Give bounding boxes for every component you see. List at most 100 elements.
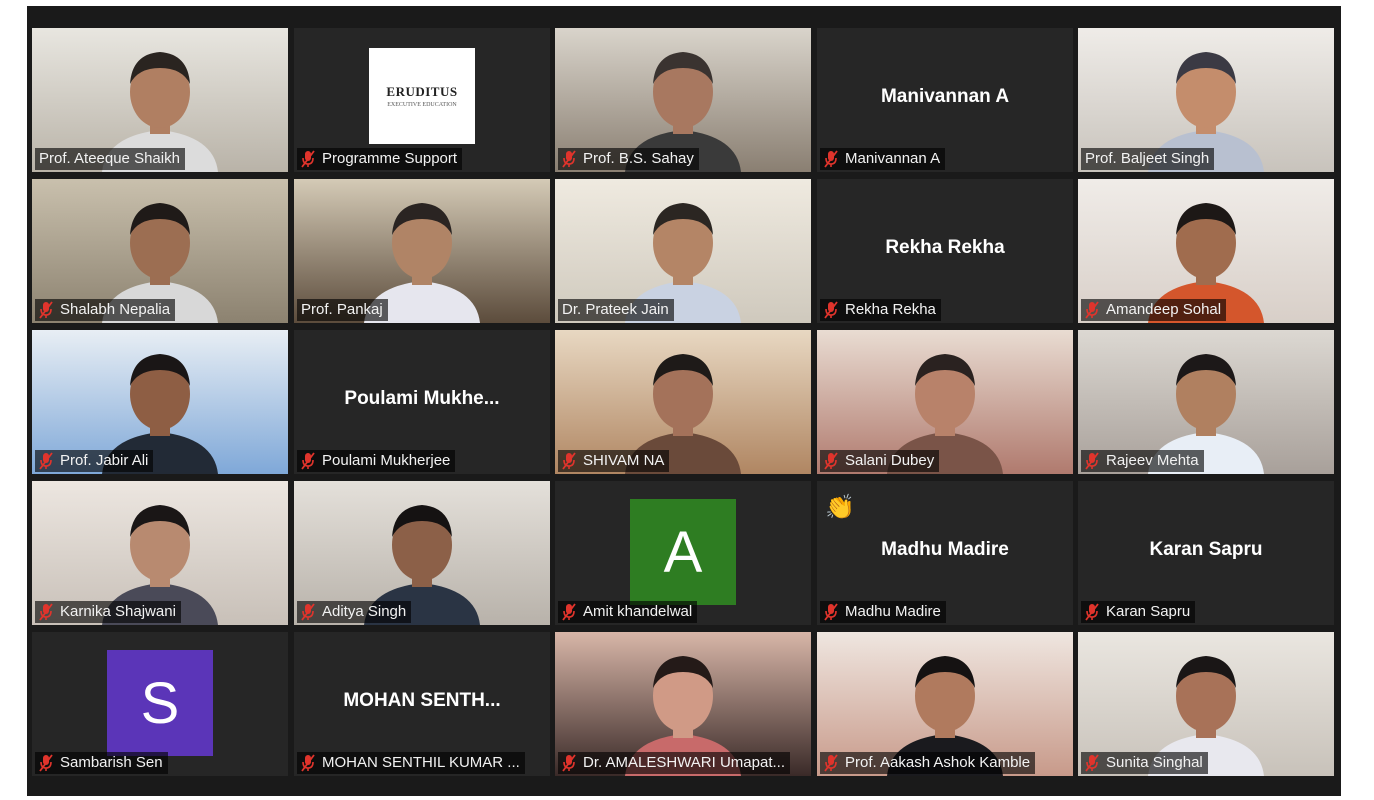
participant-display-name: Karan Sapru <box>1149 539 1263 560</box>
participant-tile[interactable]: SHIVAM NA <box>555 330 811 474</box>
participant-tile[interactable]: A Amit khandelwal <box>555 481 811 625</box>
participant-name: Poulami Mukherjee <box>322 452 451 469</box>
participant-name: Rekha Rekha <box>845 301 936 318</box>
participant-tile[interactable]: ERUDITUS EXECUTIVE EDUCATION Programme Sup… <box>294 28 550 172</box>
muted-mic-icon <box>1085 452 1099 470</box>
zoom-window: Prof. Ateeque Shaikh ERUDITUS EXECUTIVE ED… <box>27 6 1341 796</box>
participant-name-bar: Sambarish Sen <box>35 752 168 774</box>
participant-tile[interactable]: Manivannan A Manivannan A <box>817 28 1073 172</box>
participant-tile[interactable]: Prof. Pankaj <box>294 179 550 323</box>
participant-tile[interactable]: Poulami Mukhe... Poulami Mukherjee <box>294 330 550 474</box>
participant-tile[interactable]: Shalabh Nepalia <box>32 179 288 323</box>
participant-tile[interactable]: Dr. AMALESHWARI Umapat... <box>555 632 811 776</box>
participant-tile[interactable]: Aditya Singh <box>294 481 550 625</box>
participant-tile[interactable]: Salani Dubey <box>817 330 1073 474</box>
muted-mic-icon <box>301 603 315 621</box>
participant-name: Prof. Baljeet Singh <box>1085 150 1210 167</box>
muted-mic-icon <box>39 452 53 470</box>
eruditus-logo: ERUDITUS EXECUTIVE EDUCATION <box>369 48 475 144</box>
participant-name-bar: Dr. AMALESHWARI Umapat... <box>558 752 790 774</box>
muted-mic-icon <box>1085 301 1099 319</box>
participant-tile[interactable]: Prof. Jabir Ali <box>32 330 288 474</box>
muted-mic-icon <box>1085 754 1099 772</box>
participant-name-bar: Karnika Shajwani <box>35 601 181 623</box>
participant-name-bar: Sunita Singhal <box>1081 752 1208 774</box>
muted-mic-icon <box>301 452 315 470</box>
participant-tile[interactable]: Sunita Singhal <box>1078 632 1334 776</box>
participant-name-bar: Prof. Jabir Ali <box>35 450 154 472</box>
participant-tile[interactable]: MOHAN SENTH... MOHAN SENTHIL KUMAR ... <box>294 632 550 776</box>
muted-mic-icon <box>301 754 315 772</box>
participant-name: MOHAN SENTHIL KUMAR ... <box>322 754 520 771</box>
muted-mic-icon <box>562 603 576 621</box>
participant-name-bar: Prof. Pankaj <box>297 299 388 321</box>
muted-mic-icon <box>824 301 838 319</box>
participant-name: Madhu Madire <box>845 603 941 620</box>
participant-name: SHIVAM NA <box>583 452 665 469</box>
participant-name-bar: MOHAN SENTHIL KUMAR ... <box>297 752 525 774</box>
logo-subtitle: EXECUTIVE EDUCATION <box>387 102 457 108</box>
participant-name: Amit khandelwal <box>583 603 693 620</box>
muted-mic-icon <box>1085 603 1099 621</box>
muted-mic-icon <box>39 301 53 319</box>
participant-name-bar: Amandeep Sohal <box>1081 299 1227 321</box>
participant-display-name: Poulami Mukhe... <box>344 388 500 409</box>
participant-tile[interactable]: Madhu Madire 👏 Madhu Madire <box>817 481 1073 625</box>
participant-name: Programme Support <box>322 150 458 167</box>
participant-name-bar: Madhu Madire <box>820 601 946 623</box>
participant-name: Prof. B.S. Sahay <box>583 150 694 167</box>
participant-tile[interactable]: Prof. Aakash Ashok Kamble <box>817 632 1073 776</box>
participant-name: Salani Dubey <box>845 452 935 469</box>
participant-name: Sambarish Sen <box>60 754 163 771</box>
participant-tile[interactable]: S Sambarish Sen <box>32 632 288 776</box>
participant-display-name: Madhu Madire <box>881 539 1009 560</box>
muted-mic-icon <box>562 452 576 470</box>
participant-name: Prof. Ateeque Shaikh <box>39 150 180 167</box>
muted-mic-icon <box>562 150 576 168</box>
participant-name: Aditya Singh <box>322 603 407 620</box>
participant-name-bar: Prof. B.S. Sahay <box>558 148 699 170</box>
muted-mic-icon <box>39 754 53 772</box>
participant-tile[interactable]: Rekha Rekha Rekha Rekha <box>817 179 1073 323</box>
participant-name-bar: Amit khandelwal <box>558 601 698 623</box>
participant-tile[interactable]: Dr. Prateek Jain <box>555 179 811 323</box>
participant-name-bar: Shalabh Nepalia <box>35 299 176 321</box>
participant-display-name: Rekha Rekha <box>885 237 1005 258</box>
muted-mic-icon <box>301 150 315 168</box>
participant-name-bar: Rajeev Mehta <box>1081 450 1204 472</box>
muted-mic-icon <box>824 603 838 621</box>
gallery-view-grid: Prof. Ateeque Shaikh ERUDITUS EXECUTIVE ED… <box>27 6 1341 796</box>
participant-name: Sunita Singhal <box>1106 754 1203 771</box>
participant-name-bar: Manivannan A <box>820 148 946 170</box>
participant-name-bar: Dr. Prateek Jain <box>558 299 674 321</box>
participant-tile[interactable]: Karan Sapru Karan Sapru <box>1078 481 1334 625</box>
muted-mic-icon <box>39 603 53 621</box>
participant-tile[interactable]: Prof. Baljeet Singh <box>1078 28 1334 172</box>
participant-name-bar: Prof. Ateeque Shaikh <box>35 148 185 170</box>
participant-name-bar: SHIVAM NA <box>558 450 670 472</box>
participant-name-bar: Prof. Aakash Ashok Kamble <box>820 752 1036 774</box>
muted-mic-icon <box>824 150 838 168</box>
participant-name: Karnika Shajwani <box>60 603 176 620</box>
participant-tile[interactable]: Prof. Ateeque Shaikh <box>32 28 288 172</box>
participant-name-bar: Karan Sapru <box>1081 601 1196 623</box>
logo-title: ERUDITUS <box>386 84 458 99</box>
participant-name: Prof. Pankaj <box>301 301 383 318</box>
participant-tile[interactable]: Amandeep Sohal <box>1078 179 1334 323</box>
raised-hand-icon: 👏 <box>825 494 855 521</box>
participant-name: Prof. Jabir Ali <box>60 452 149 469</box>
avatar: A <box>630 499 736 605</box>
participant-tile[interactable]: Karnika Shajwani <box>32 481 288 625</box>
participant-name: Prof. Aakash Ashok Kamble <box>845 754 1031 771</box>
participant-name: Dr. AMALESHWARI Umapat... <box>583 754 785 771</box>
muted-mic-icon <box>562 754 576 772</box>
participant-tile[interactable]: Rajeev Mehta <box>1078 330 1334 474</box>
participant-display-name: MOHAN SENTH... <box>343 690 501 711</box>
participant-tile[interactable]: Prof. B.S. Sahay <box>555 28 811 172</box>
participant-name: Karan Sapru <box>1106 603 1191 620</box>
participant-name: Manivannan A <box>845 150 941 167</box>
participant-name: Amandeep Sohal <box>1106 301 1222 318</box>
participant-name-bar: Poulami Mukherjee <box>297 450 456 472</box>
participant-name-bar: Aditya Singh <box>297 601 412 623</box>
participant-name: Shalabh Nepalia <box>60 301 171 318</box>
